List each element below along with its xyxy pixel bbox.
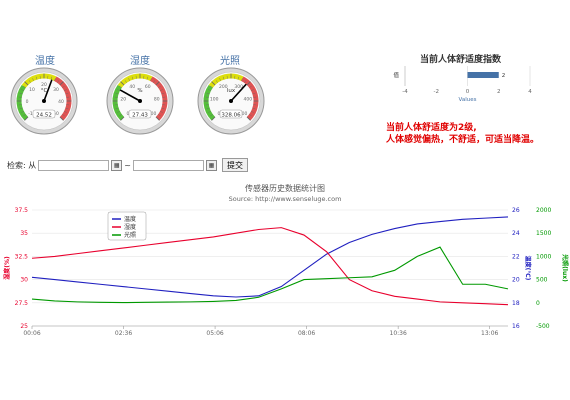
x-tick-label: 02:36	[115, 330, 132, 337]
comfort-bar	[467, 72, 499, 78]
gauge-tick-label: 10	[29, 87, 35, 93]
y-tick-label-left: 35	[20, 230, 28, 237]
humidity-gauge: 02040 6080100%27.43	[106, 67, 174, 135]
comfort-x-tick: 0	[466, 89, 470, 95]
search-row: 检索: 从 ▦ ~ ▦ 提交	[7, 158, 248, 172]
series-line-光照	[31, 246, 509, 304]
comfort-x-tick: 4	[528, 89, 532, 95]
gauge-tick-label: 400	[243, 96, 252, 102]
search-label: 检索: 从	[7, 160, 37, 170]
gauge-tick-label: 30	[53, 87, 59, 93]
comfort-x-label: Values	[459, 97, 477, 103]
y-tick-label-right2: 1000	[536, 253, 551, 260]
chart-legend: 温度湿度光照	[107, 211, 147, 241]
x-tick-label: 00:06	[23, 330, 40, 337]
x-tick-label: 05:06	[206, 330, 223, 337]
y-tick-label-left: 27.5	[15, 300, 29, 307]
gauge-tick-label: 80	[154, 96, 160, 102]
comfort-message-line1: 当前人体舒适度为2级,	[386, 123, 477, 133]
y-tick-label-right1: 16	[512, 323, 520, 330]
comfort-x-tick: -4	[402, 89, 408, 95]
y-tick-label-right2: 1500	[536, 230, 551, 237]
gauge-pivot	[42, 99, 46, 103]
y-tick-label-right2: 0	[536, 300, 540, 307]
y-tick-label-left: 30	[20, 277, 28, 284]
comfort-x-tick: -2	[434, 89, 439, 95]
gauge-tick-label: 20	[120, 96, 126, 102]
from-date-input[interactable]	[38, 159, 110, 171]
gauge-tick-label: 40	[129, 84, 135, 90]
legend-label: 光照	[124, 231, 136, 239]
legend-label: 湿度	[124, 223, 136, 231]
gauge-temperature-title: 温度	[35, 56, 55, 67]
comfort-message: 当前人体舒适度为2级, 人体感觉偏热，不舒适，可适当降温。	[386, 122, 539, 146]
y-tick-label-right2: -500	[536, 323, 550, 330]
temperature-gauge: -1001020304050°C24.52	[10, 67, 78, 135]
gauge-pivot	[138, 99, 142, 103]
range-separator: ~	[124, 160, 131, 170]
legend-label: 温度	[124, 215, 136, 223]
chart-title: 传感器历史数据统计图	[245, 183, 325, 193]
y-axis-label-left: 湿度(%)	[3, 256, 11, 280]
comfort-bar-chart: 值 2 -4 -2 0 2 4 Values	[393, 66, 532, 103]
y-tick-label-right1: 22	[512, 253, 520, 260]
y-tick-label-left: 37.5	[15, 207, 29, 214]
gauge-unit: %	[137, 88, 142, 94]
y-tick-label-right1: 20	[512, 277, 520, 284]
y-tick-label-left: 32.5	[15, 253, 29, 260]
gauge-humidity-title: 湿度	[130, 56, 150, 67]
chart-subtitle: Source: http://www.senseluge.com	[229, 195, 342, 203]
y-axis-label-right2: 光照(lux)	[561, 253, 569, 282]
light-gauge: 0100200 300400500lux328.06	[197, 67, 265, 135]
gauge-pivot	[229, 99, 233, 103]
comfort-category-label: 值	[393, 71, 399, 79]
calendar-icon[interactable]: ▦	[111, 159, 123, 171]
comfort-x-tick: 2	[497, 89, 501, 95]
gauge-value: 24.52	[36, 112, 52, 118]
gauge-tick-label: 100	[210, 96, 219, 102]
gauge-unit: lux	[227, 88, 236, 94]
y-tick-label-left: 25	[20, 323, 28, 330]
y-axis-label-right1: 温度(℃)	[524, 256, 532, 281]
history-chart: 传感器历史数据统计图 Source: http://www.senseluge.c…	[3, 183, 569, 337]
gauge-value: 27.43	[132, 112, 148, 118]
y-tick-label-right1: 24	[512, 230, 520, 237]
gauge-tick-label: 60	[145, 84, 151, 90]
gauge-value: 328.06	[221, 112, 241, 118]
x-tick-label: 08:06	[298, 330, 315, 337]
submit-button[interactable]: 提交	[221, 158, 248, 172]
comfort-bar-label: 2	[502, 73, 506, 79]
gauge-tick-label: 0	[26, 99, 29, 105]
y-tick-label-right2: 2000	[536, 207, 551, 214]
gauge-light-title: 光照	[220, 56, 240, 67]
x-tick-label: 13:06	[481, 330, 498, 337]
calendar-icon[interactable]: ▦	[205, 159, 217, 171]
to-date-input[interactable]	[132, 159, 204, 171]
y-tick-label-right2: 500	[536, 277, 548, 284]
x-tick-label: 10:36	[390, 330, 407, 337]
y-tick-label-right1: 26	[512, 207, 520, 214]
comfort-message-line2: 人体感觉偏热，不舒适，可适当降温。	[386, 135, 540, 145]
y-tick-label-right1: 18	[512, 300, 520, 307]
gauge-tick-label: 40	[58, 99, 64, 105]
